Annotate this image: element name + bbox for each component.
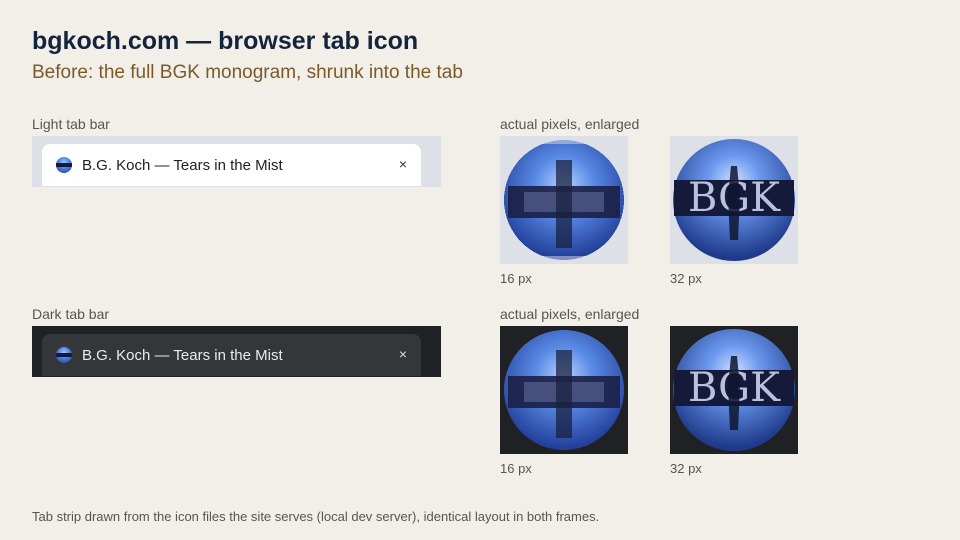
light-zoom-label: actual pixels, enlarged <box>500 116 640 132</box>
dark-16px-caption: 16 px <box>500 461 532 476</box>
close-icon[interactable]: × <box>399 156 407 172</box>
light-16px-zoom-icon <box>500 136 628 264</box>
dark-zoom-label: actual pixels, enlarged <box>500 306 640 322</box>
light-16px-caption: 16 px <box>500 271 532 286</box>
light-tab-bar-label: Light tab bar <box>32 116 110 132</box>
light-32px-caption: 32 px <box>670 271 702 286</box>
light-tab-strip: B.G. Koch — Tears in the Mist × <box>32 136 441 187</box>
dark-browser-tab[interactable]: B.G. Koch — Tears in the Mist × <box>42 334 421 376</box>
light-tab-title: B.G. Koch — Tears in the Mist <box>82 156 283 174</box>
dark-tab-bar-label: Dark tab bar <box>32 306 110 322</box>
light-32px-zoom-icon: BGK <box>670 136 798 264</box>
dark-tab-strip: B.G. Koch — Tears in the Mist × <box>32 326 441 377</box>
dark-16px-zoom-icon <box>500 326 628 454</box>
bgk-favicon-icon <box>56 347 72 363</box>
dark-32px-zoom-icon: BGK <box>670 326 798 454</box>
page-subtitle: Before: the full BGK monogram, shrunk in… <box>32 62 463 83</box>
page-title: bgkoch.com — browser tab icon <box>32 27 419 55</box>
bgk-favicon-icon <box>56 157 72 173</box>
dark-32px-caption: 32 px <box>670 461 702 476</box>
close-icon[interactable]: × <box>399 346 407 362</box>
footer-note: Tab strip drawn from the icon files the … <box>32 509 600 524</box>
light-browser-tab[interactable]: B.G. Koch — Tears in the Mist × <box>42 144 421 186</box>
dark-tab-title: B.G. Koch — Tears in the Mist <box>82 346 283 364</box>
